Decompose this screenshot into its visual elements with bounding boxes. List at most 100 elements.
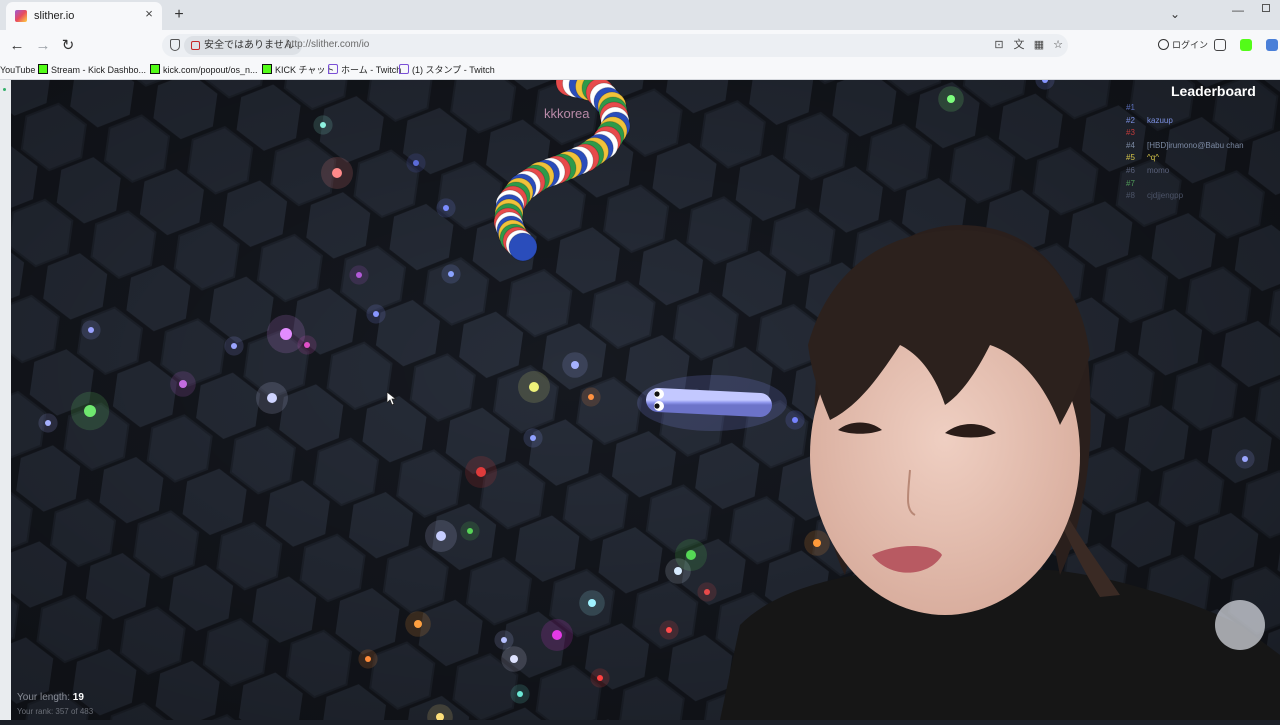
enemy-snake-name: kkkorea — [544, 106, 590, 121]
leaderboard-rank: #5 — [1126, 153, 1135, 163]
status-dot-icon — [3, 88, 6, 91]
bookmark-label: (1) スタンプ - Twitch — [412, 65, 495, 75]
minimize-button[interactable]: — — [1232, 3, 1244, 17]
food-pellet — [373, 311, 379, 317]
food-pellet — [704, 589, 710, 595]
food-pellet — [45, 420, 51, 426]
food-pellet — [365, 656, 371, 662]
food-pellet — [674, 567, 682, 575]
kick-icon — [38, 64, 48, 74]
new-tab-button[interactable]: + — [170, 5, 188, 25]
tab-slither[interactable]: slither.io × — [6, 2, 162, 30]
translate-icon[interactable]: 文 — [1012, 38, 1026, 52]
leaderboard-rank: #7 — [1126, 178, 1135, 188]
food-pellet — [448, 271, 454, 277]
webcam-overlay — [720, 225, 1280, 720]
food-pellet — [179, 380, 187, 388]
enemy-snake-segment — [508, 232, 538, 262]
food-pellet — [510, 655, 518, 663]
bookmark-label: Stream - Kick Dashbo... — [51, 65, 147, 75]
leaderboard-title: Leaderboard — [1171, 83, 1256, 99]
bookmark-star-icon[interactable]: ☆ — [1051, 38, 1065, 52]
food-pellet — [88, 327, 94, 333]
bookmark-label: kick.com/popout/os_n... — [163, 65, 258, 75]
bookmark-youtube[interactable]: YouTube — [0, 63, 35, 77]
bookmark-kick-dashboard[interactable]: Stream - Kick Dashbo... — [38, 63, 146, 77]
bookmark-kick-chat[interactable]: KICK チャット — [262, 63, 334, 77]
extensions-page-icon[interactable]: ▦ — [1032, 38, 1046, 52]
bookmark-twitch-home[interactable]: ホーム - Twitch — [328, 63, 401, 77]
insecure-lock-icon — [191, 41, 200, 50]
food-pellet — [529, 382, 539, 392]
leaderboard-player-name: ^q^ — [1147, 153, 1159, 163]
twitch-icon — [328, 64, 338, 74]
food-pellet — [443, 205, 449, 211]
length-value: 19 — [72, 692, 84, 703]
bookmark-kick-popout[interactable]: kick.com/popout/os_n... — [150, 63, 258, 77]
length-display: Your length: 19 — [17, 692, 84, 703]
url-text[interactable]: http://slither.com/io — [286, 39, 369, 50]
food-pellet — [588, 599, 596, 607]
leaderboard-rank: #3 — [1126, 128, 1135, 138]
forward-button[interactable]: → — [34, 37, 52, 55]
food-pellet — [666, 627, 672, 633]
install-app-icon[interactable]: ⊡ — [992, 38, 1006, 52]
food-pellet — [231, 343, 237, 349]
leaderboard-player-name: momo — [1147, 166, 1170, 175]
maximize-button[interactable] — [1262, 4, 1270, 12]
food-pellet — [280, 328, 292, 340]
reload-button[interactable]: ↻ — [59, 37, 77, 55]
food-pellet — [501, 637, 507, 643]
food-pellet — [332, 168, 342, 178]
bookmarks-bar: YouTube Stream - Kick Dashbo... kick.com… — [0, 61, 1280, 80]
leaderboard-rank: #8 — [1126, 191, 1135, 201]
leaderboard-player-name: cjdjjengpp — [1147, 191, 1184, 201]
security-indicator[interactable]: 安全ではありません — [184, 36, 302, 55]
kick-extension-icon[interactable] — [1240, 39, 1252, 51]
back-button[interactable]: ← — [8, 37, 26, 55]
food-pellet — [467, 528, 473, 534]
person-icon — [1158, 39, 1169, 50]
food-pellet — [571, 361, 579, 369]
leaderboard-player-name: kazuup — [1147, 115, 1173, 125]
kick-icon — [262, 64, 272, 74]
tab-title: slither.io — [34, 10, 75, 22]
food-pellet — [530, 435, 536, 441]
food-pellet — [436, 531, 446, 541]
tab-strip: slither.io × + ⌄ — — [0, 0, 1280, 30]
food-pellet — [267, 393, 277, 403]
bookmark-label: ホーム - Twitch — [341, 65, 402, 75]
leaderboard-rank: #2 — [1126, 115, 1135, 125]
food-pellet — [304, 342, 310, 348]
food-pellet — [947, 95, 955, 103]
rank-display: Your rank: 357 of 483 — [17, 707, 94, 716]
leaderboard-rank: #4 — [1126, 140, 1135, 150]
puzzle-extension-icon[interactable] — [1214, 39, 1226, 51]
food-pellet — [413, 160, 419, 166]
security-label: 安全ではありません — [204, 40, 294, 51]
food-pellet — [414, 620, 422, 628]
tab-list-chevron-icon[interactable]: ⌄ — [1170, 7, 1180, 21]
food-pellet — [597, 675, 603, 681]
food-pellet — [686, 550, 696, 560]
leaderboard-rank: #6 — [1126, 166, 1135, 175]
food-pellet — [356, 272, 362, 278]
address-bar[interactable]: 安全ではありません http://slither.com/io ⊡ 文 ▦ ☆ — [162, 34, 1068, 57]
food-pellet — [517, 691, 523, 697]
food-pellet — [552, 630, 562, 640]
leaderboard-player-name: [HBD]irumono@Babu chan — [1147, 140, 1244, 150]
bookmark-label: YouTube — [0, 65, 36, 75]
tab-close-icon[interactable]: × — [142, 7, 156, 21]
login-button[interactable]: ログイン — [1158, 38, 1208, 51]
profile-extension-icon[interactable] — [1266, 39, 1278, 51]
slither-favicon-icon — [15, 10, 27, 22]
login-label: ログイン — [1172, 40, 1209, 50]
leaderboard-rank: #1 — [1126, 103, 1135, 112]
bookmark-twitch-stamps[interactable]: (1) スタンプ - Twitch — [399, 63, 495, 77]
shield-icon[interactable] — [170, 39, 180, 51]
food-pellet — [320, 122, 326, 128]
bookmark-label: KICK チャット — [275, 65, 335, 75]
kick-icon — [150, 64, 160, 74]
food-pellet — [588, 394, 594, 400]
navigation-toolbar: ← → ↻ 安全ではありません http://slither.com/io ⊡ … — [0, 30, 1280, 61]
